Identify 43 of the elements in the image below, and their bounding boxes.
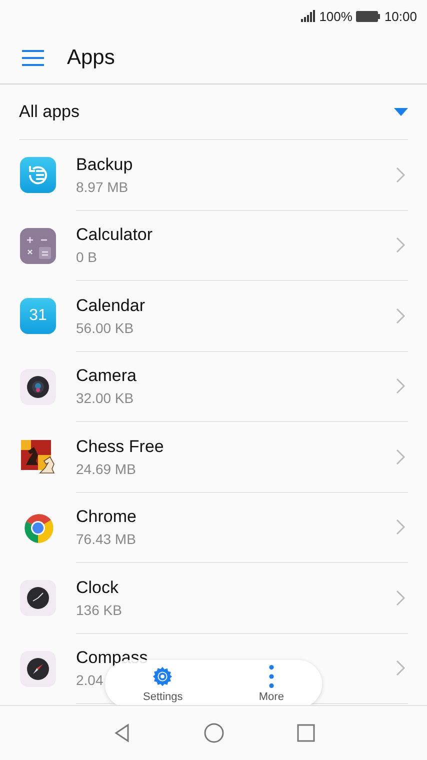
app-size: 2.04 xyxy=(76,672,104,688)
calculator-icon xyxy=(20,228,56,264)
dropdown-icon[interactable] xyxy=(394,108,408,116)
backup-icon xyxy=(20,157,56,194)
app-name[interactable]: Backup xyxy=(76,154,133,175)
home-icon[interactable] xyxy=(202,722,224,744)
app-name[interactable]: Chess Free xyxy=(76,436,164,457)
chevron-icon[interactable] xyxy=(396,590,406,606)
app-name[interactable]: Camera xyxy=(76,366,136,386)
screen-title: Apps xyxy=(67,46,115,70)
chess-icon xyxy=(20,439,56,476)
app-size: 32.00 KB xyxy=(76,390,134,406)
settings-icon xyxy=(151,665,174,688)
more-icon xyxy=(268,665,274,688)
clock-time: 10:00 xyxy=(384,8,417,24)
app-size: 136 KB xyxy=(76,602,122,618)
app-size: 8.97 MB xyxy=(76,178,128,195)
app-size: 0 B xyxy=(76,249,98,266)
app-name[interactable]: Clock xyxy=(76,578,119,598)
chevron-icon[interactable] xyxy=(396,308,406,324)
app-name[interactable]: Chrome xyxy=(76,507,136,528)
app-size: 76.43 MB xyxy=(76,531,136,548)
app-name[interactable]: Calendar xyxy=(76,296,145,316)
app-size: 56.00 KB xyxy=(76,320,134,336)
chevron-icon[interactable] xyxy=(396,448,406,465)
app-size: 24.69 MB xyxy=(76,460,136,477)
signal-icon xyxy=(301,10,316,22)
calendar-icon: 31 xyxy=(20,298,56,334)
recents-icon[interactable] xyxy=(294,722,316,744)
compass-icon xyxy=(20,650,56,687)
chevron-icon[interactable] xyxy=(396,660,406,676)
clock-icon xyxy=(20,580,56,616)
filter-label[interactable]: All apps xyxy=(19,102,80,122)
battery-icon xyxy=(356,10,380,22)
app-name[interactable]: Calculator xyxy=(76,225,153,246)
battery-percent: 100% xyxy=(319,8,352,24)
chevron-icon[interactable] xyxy=(396,519,406,536)
chevron-icon[interactable] xyxy=(396,166,406,183)
chevron-icon[interactable] xyxy=(396,237,406,254)
camera-icon xyxy=(20,368,56,405)
chevron-icon[interactable] xyxy=(396,378,406,394)
menu-icon[interactable] xyxy=(22,50,44,66)
toolbar-button[interactable]: More xyxy=(252,665,290,703)
